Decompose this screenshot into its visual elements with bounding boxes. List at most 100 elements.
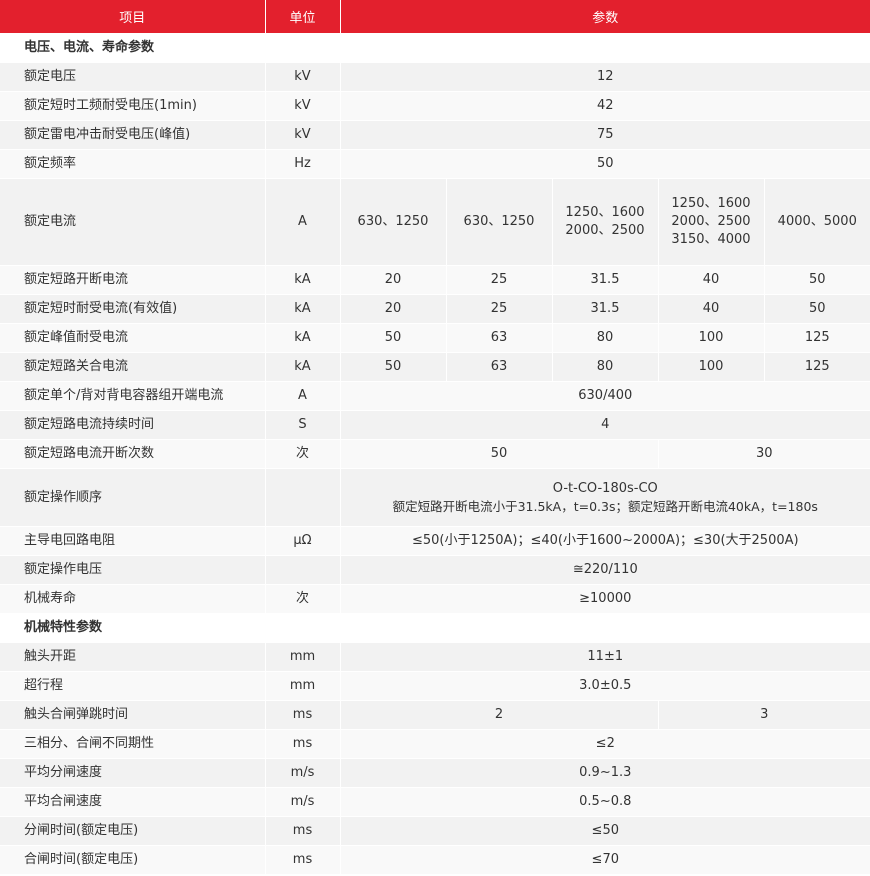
row-item: 额定峰值耐受电流 — [0, 323, 266, 353]
row-item: 额定短路电流开断次数 — [0, 439, 266, 469]
table-row: 额定短时工频耐受电压(1min) kV 42 — [0, 91, 870, 121]
row-value: 1250、1600 2000、2500 3150、4000 — [658, 178, 765, 266]
table-row: 机械寿命 次 ≥10000 — [0, 584, 870, 614]
row-item: 额定短路电流持续时间 — [0, 410, 266, 440]
row-item: 额定操作电压 — [0, 555, 266, 585]
row-value: 0.9~1.3 — [340, 758, 870, 788]
table-row: 额定操作顺序 O-t-CO-180s-CO 额定短路开断电流小于31.5kA，t… — [0, 468, 870, 527]
row-unit: ms — [265, 729, 341, 759]
row-value: 75 — [340, 120, 870, 150]
row-unit: kV — [265, 62, 341, 92]
row-unit: A — [265, 178, 341, 266]
row-value: 4000、5000 — [764, 178, 870, 266]
row-item: 额定电压 — [0, 62, 266, 92]
section-title: 电压、电流、寿命参数 — [0, 33, 870, 63]
row-value: 4 — [340, 410, 870, 440]
table-row: 分闸时间(额定电压) ms ≤50 — [0, 816, 870, 846]
row-value: 20 — [340, 265, 447, 295]
row-item: 额定短路关合电流 — [0, 352, 266, 382]
row-unit: ms — [265, 845, 341, 874]
row-item: 三相分、合闸不同期性 — [0, 729, 266, 759]
value-line: 1250、1600 — [565, 205, 645, 220]
row-value: ≤50 — [340, 816, 870, 846]
table-row: 额定短路开断电流 kA 20 25 31.5 40 50 — [0, 265, 870, 295]
row-value: O-t-CO-180s-CO 额定短路开断电流小于31.5kA，t=0.3s；额… — [340, 468, 870, 527]
row-item: 合闸时间(额定电压) — [0, 845, 266, 874]
row-item: 触头合闸弹跳时间 — [0, 700, 266, 730]
row-value: 11±1 — [340, 642, 870, 672]
row-value: ≅220/110 — [340, 555, 870, 585]
header-item: 项目 — [0, 0, 266, 34]
header-unit: 单位 — [265, 0, 341, 34]
row-unit: kA — [265, 294, 341, 324]
table-row: 超行程 mm 3.0±0.5 — [0, 671, 870, 701]
row-unit — [265, 555, 341, 585]
row-value: 125 — [764, 352, 870, 382]
row-unit: kA — [265, 323, 341, 353]
row-value: ≤2 — [340, 729, 870, 759]
value-line: 2000、2500 — [565, 223, 645, 238]
table-row: 额定操作电压 ≅220/110 — [0, 555, 870, 585]
row-value: 12 — [340, 62, 870, 92]
row-value: 50 — [340, 352, 447, 382]
row-unit: mm — [265, 642, 341, 672]
value-line: 1250、1600 — [671, 196, 751, 211]
row-item: 额定单个/背对背电容器组开端电流 — [0, 381, 266, 411]
row-unit: μΩ — [265, 526, 341, 556]
row-unit: 次 — [265, 439, 341, 469]
table-row: 额定电流 A 630、1250 630、1250 1250、1600 2000、… — [0, 178, 870, 266]
row-unit: S — [265, 410, 341, 440]
table-row: 额定电压 kV 12 — [0, 62, 870, 92]
value-line: 3150、4000 — [671, 232, 751, 247]
row-unit: m/s — [265, 758, 341, 788]
row-value: 80 — [552, 352, 659, 382]
row-value: 100 — [658, 352, 765, 382]
section-title: 机械特性参数 — [0, 613, 870, 643]
row-unit: ms — [265, 700, 341, 730]
value-line: 2000、2500 — [671, 214, 751, 229]
row-value: 125 — [764, 323, 870, 353]
table-row: 触头开距 mm 11±1 — [0, 642, 870, 672]
row-value: 0.5~0.8 — [340, 787, 870, 817]
table-row: 三相分、合闸不同期性 ms ≤2 — [0, 729, 870, 759]
row-item: 分闸时间(额定电压) — [0, 816, 266, 846]
row-value: 2 — [340, 700, 659, 730]
table-row: 额定雷电冲击耐受电压(峰值) kV 75 — [0, 120, 870, 150]
row-value: 63 — [446, 323, 553, 353]
row-unit: kV — [265, 120, 341, 150]
row-item: 额定短时耐受电流(有效值) — [0, 294, 266, 324]
row-value: 63 — [446, 352, 553, 382]
row-value: 31.5 — [552, 294, 659, 324]
header-params: 参数 — [340, 0, 870, 34]
row-value: ≤70 — [340, 845, 870, 874]
row-value: 25 — [446, 294, 553, 324]
row-unit: ms — [265, 816, 341, 846]
row-value: 50 — [764, 265, 870, 295]
row-item: 触头开距 — [0, 642, 266, 672]
row-item: 平均合闸速度 — [0, 787, 266, 817]
row-value: 630、1250 — [340, 178, 447, 266]
row-item: 额定短路开断电流 — [0, 265, 266, 295]
row-unit: kV — [265, 91, 341, 121]
row-item: 机械寿命 — [0, 584, 266, 614]
table-row: 触头合闸弹跳时间 ms 2 3 — [0, 700, 870, 730]
row-unit: A — [265, 381, 341, 411]
row-item: 超行程 — [0, 671, 266, 701]
table-row: 额定短路电流持续时间 S 4 — [0, 410, 870, 440]
row-value: 42 — [340, 91, 870, 121]
row-value: 40 — [658, 294, 765, 324]
table-row: 额定峰值耐受电流 kA 50 63 80 100 125 — [0, 323, 870, 353]
row-value: 1250、1600 2000、2500 — [552, 178, 659, 266]
table-row: 额定频率 Hz 50 — [0, 149, 870, 179]
row-item: 额定短时工频耐受电压(1min) — [0, 91, 266, 121]
row-item: 额定操作顺序 — [0, 468, 266, 527]
row-item: 平均分闸速度 — [0, 758, 266, 788]
row-value: 630/400 — [340, 381, 870, 411]
row-unit — [265, 468, 341, 527]
row-value: 50 — [764, 294, 870, 324]
table-row: 额定短路电流开断次数 次 50 30 — [0, 439, 870, 469]
table-row: 额定单个/背对背电容器组开端电流 A 630/400 — [0, 381, 870, 411]
row-value: ≤50(小于1250A)；≤40(小于1600~2000A)；≤30(大于250… — [340, 526, 870, 556]
spec-table: 项目 单位 参数 电压、电流、寿命参数 额定电压 kV 12 额定短时工频耐受电… — [0, 0, 870, 874]
row-unit: 次 — [265, 584, 341, 614]
